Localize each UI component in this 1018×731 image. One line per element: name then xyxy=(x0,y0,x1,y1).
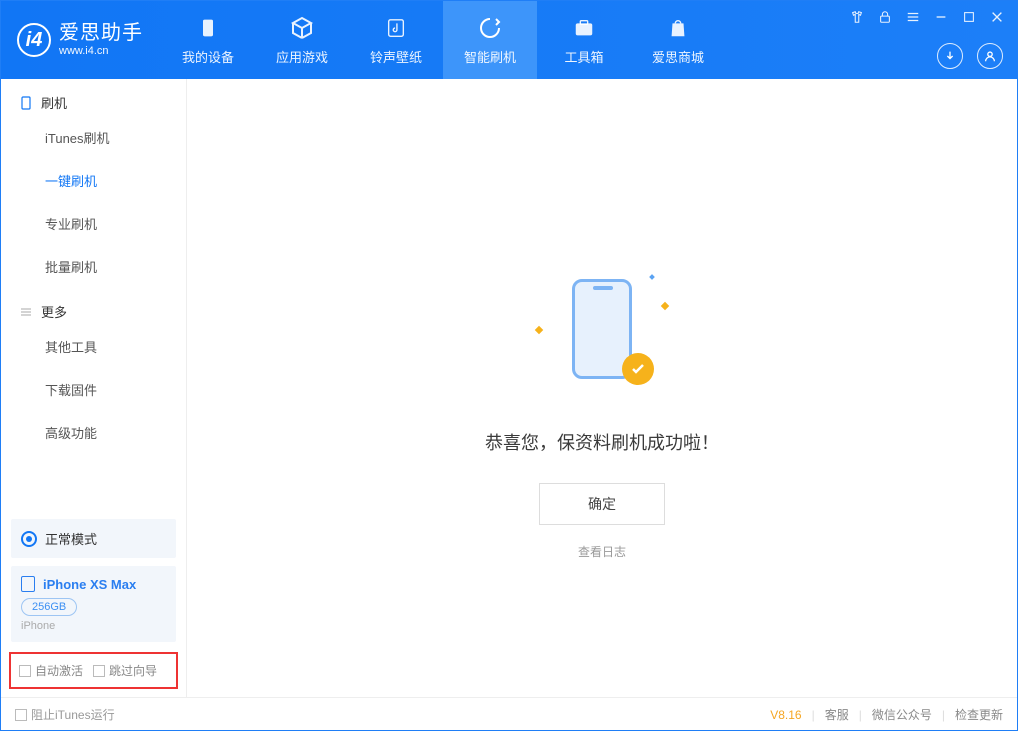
footer: 阻止iTunes运行 V8.16 | 客服 | 微信公众号 | 检查更新 xyxy=(1,697,1017,731)
download-button[interactable] xyxy=(937,43,963,69)
device-capacity: 256GB xyxy=(21,598,77,616)
success-message: 恭喜您，保资料刷机成功啦！ xyxy=(485,429,719,455)
user-button[interactable] xyxy=(977,43,1003,69)
device-mode[interactable]: 正常模式 xyxy=(11,519,176,558)
lock-icon[interactable] xyxy=(877,9,893,25)
close-icon[interactable] xyxy=(989,9,1005,25)
nav-tabs: 我的设备 应用游戏 铃声壁纸 智能刷机 工具箱 爱思商城 xyxy=(161,1,725,79)
cube-icon xyxy=(289,15,315,41)
section-label: 刷机 xyxy=(41,93,67,112)
tab-label: 应用游戏 xyxy=(276,47,328,66)
checkbox-skip-wizard[interactable]: 跳过向导 xyxy=(93,662,157,679)
tab-device[interactable]: 我的设备 xyxy=(161,1,255,79)
window-controls xyxy=(849,9,1005,25)
logo[interactable]: i4 爱思助手 www.i4.cn xyxy=(1,1,161,79)
sidebar-item-oneclick[interactable]: 一键刷机 xyxy=(1,159,186,202)
tab-ringtone[interactable]: 铃声壁纸 xyxy=(349,1,443,79)
shirt-icon[interactable] xyxy=(849,9,865,25)
app-url: www.i4.cn xyxy=(59,45,143,58)
tab-label: 铃声壁纸 xyxy=(370,47,422,66)
view-log-link[interactable]: 查看日志 xyxy=(578,543,626,560)
content: 恭喜您，保资料刷机成功啦！ 确定 查看日志 xyxy=(187,79,1017,697)
music-icon xyxy=(383,15,409,41)
sidebar-item-firmware[interactable]: 下载固件 xyxy=(1,368,186,411)
header-actions xyxy=(937,43,1003,69)
sidebar: 刷机 iTunes刷机 一键刷机 专业刷机 批量刷机 更多 其他工具 下载固件 … xyxy=(1,79,187,697)
sidebar-item-batch[interactable]: 批量刷机 xyxy=(1,245,186,288)
device-icon xyxy=(21,576,35,592)
mode-label: 正常模式 xyxy=(45,529,97,548)
update-link[interactable]: 检查更新 xyxy=(955,706,1003,723)
version-label: V8.16 xyxy=(770,708,801,722)
tab-store[interactable]: 爱思商城 xyxy=(631,1,725,79)
tab-label: 我的设备 xyxy=(182,47,234,66)
support-link[interactable]: 客服 xyxy=(825,706,849,723)
sidebar-item-itunes[interactable]: iTunes刷机 xyxy=(1,116,186,159)
tab-flash[interactable]: 智能刷机 xyxy=(443,1,537,79)
sidebar-options-highlight: 自动激活 跳过向导 xyxy=(9,652,178,689)
minimize-icon[interactable] xyxy=(933,9,949,25)
list-icon xyxy=(19,305,33,319)
header: i4 爱思助手 www.i4.cn 我的设备 应用游戏 铃声壁纸 智能刷机 工具… xyxy=(1,1,1017,79)
wechat-link[interactable]: 微信公众号 xyxy=(872,706,932,723)
device-card[interactable]: iPhone XS Max 256GB iPhone xyxy=(11,566,176,642)
logo-icon: i4 xyxy=(17,23,51,57)
checkbox-label: 自动激活 xyxy=(35,662,83,679)
device-icon xyxy=(195,15,221,41)
checkbox-label: 阻止iTunes运行 xyxy=(31,706,115,723)
maximize-icon[interactable] xyxy=(961,9,977,25)
phone-icon xyxy=(19,96,33,110)
bag-icon xyxy=(665,15,691,41)
section-label: 更多 xyxy=(41,302,67,321)
sidebar-section-flash: 刷机 xyxy=(1,79,186,116)
briefcase-icon xyxy=(571,15,597,41)
device-os: iPhone xyxy=(21,620,166,632)
checkbox-label: 跳过向导 xyxy=(109,662,157,679)
refresh-shield-icon xyxy=(477,15,503,41)
tab-label: 工具箱 xyxy=(564,47,603,66)
mode-icon xyxy=(21,531,37,547)
checkbox-block-itunes[interactable]: 阻止iTunes运行 xyxy=(15,706,115,723)
check-badge-icon xyxy=(622,353,654,385)
tab-toolbox[interactable]: 工具箱 xyxy=(537,1,631,79)
sidebar-item-pro[interactable]: 专业刷机 xyxy=(1,202,186,245)
checkbox-auto-activate[interactable]: 自动激活 xyxy=(19,662,83,679)
main: 刷机 iTunes刷机 一键刷机 专业刷机 批量刷机 更多 其他工具 下载固件 … xyxy=(1,79,1017,697)
sidebar-item-advanced[interactable]: 高级功能 xyxy=(1,411,186,454)
menu-icon[interactable] xyxy=(905,9,921,25)
tab-label: 爱思商城 xyxy=(652,47,704,66)
tab-apps[interactable]: 应用游戏 xyxy=(255,1,349,79)
tab-label: 智能刷机 xyxy=(464,47,516,66)
sidebar-item-other[interactable]: 其他工具 xyxy=(1,325,186,368)
success-illustration xyxy=(542,279,662,389)
ok-button[interactable]: 确定 xyxy=(539,483,665,525)
sidebar-section-more: 更多 xyxy=(1,288,186,325)
app-name: 爱思助手 xyxy=(59,22,143,45)
device-name: iPhone XS Max xyxy=(43,577,136,592)
